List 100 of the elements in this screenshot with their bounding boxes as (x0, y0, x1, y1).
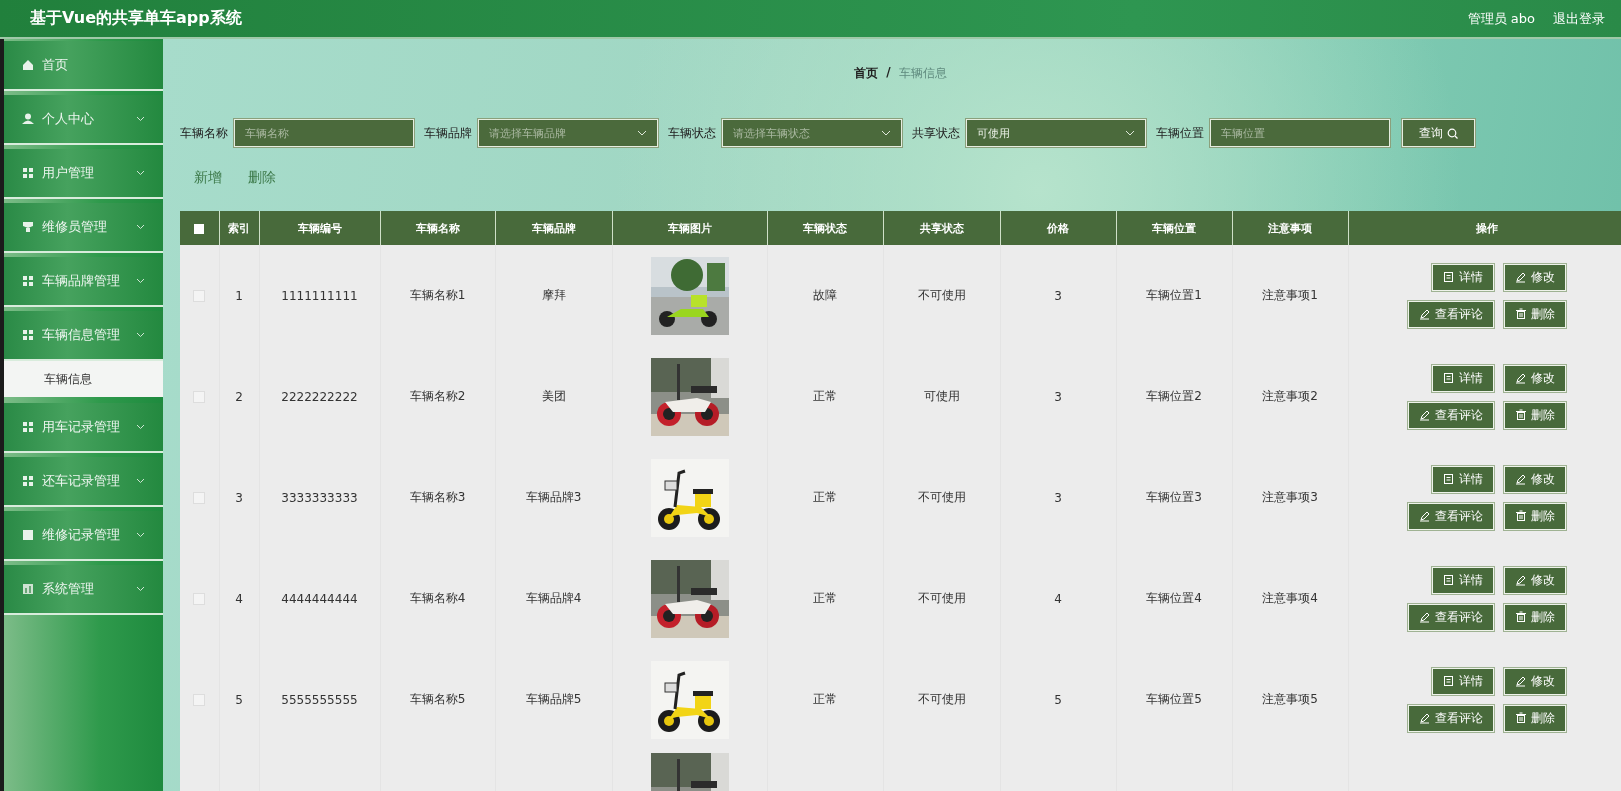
column-header: 车辆位置 (1152, 221, 1196, 235)
square-icon (22, 529, 34, 541)
table-cell: 美团 (541, 389, 566, 403)
pencil-icon (1419, 409, 1431, 421)
sidebar-item[interactable]: 首页 (4, 41, 163, 89)
breadcrumb-item[interactable]: 首页 (854, 65, 879, 85)
table-cell: 摩拜 (541, 288, 566, 302)
sidebar-item[interactable]: 还车记录管理 (4, 457, 163, 505)
filter-label: 共享状态 (912, 124, 960, 142)
trash-icon (1515, 409, 1527, 421)
edit-button[interactable]: 修改 (1504, 667, 1566, 695)
filter-label: 车辆品牌 (424, 124, 472, 142)
column-header: 车辆品牌 (531, 221, 576, 235)
chevron-down-icon (136, 116, 145, 122)
chevron-down-icon (881, 130, 891, 136)
edit-button[interactable]: 修改 (1504, 566, 1566, 594)
chevron-down-icon (136, 224, 145, 230)
person-icon (22, 113, 34, 125)
edit-button[interactable]: 修改 (1504, 364, 1566, 392)
details-button[interactable]: 详情 (1432, 465, 1494, 493)
sidebar-item[interactable]: 用户管理 (4, 149, 163, 197)
breadcrumb-separator: / (886, 65, 891, 81)
table-cell: 3 (235, 490, 243, 505)
table-cell: 正常 (813, 490, 837, 504)
sidebar-item[interactable]: 车辆信息管理 (4, 311, 163, 359)
shield-icon (22, 221, 34, 233)
user-label: 管理员 abo (1467, 9, 1535, 28)
sidebar-item[interactable]: 车辆品牌管理 (4, 257, 163, 305)
table-cell: 2222222222 (281, 389, 358, 404)
details-button[interactable]: 详情 (1432, 263, 1494, 291)
column-header: 车辆编号 (297, 221, 342, 235)
edit-button[interactable]: 修改 (1504, 465, 1566, 493)
table-cell: 注意事项1 (1262, 288, 1318, 302)
chevron-down-icon (136, 424, 145, 430)
search-button[interactable]: 查询 (1402, 119, 1475, 147)
table-cell: 3 (1054, 389, 1062, 404)
table-cell: 不可使用 (917, 288, 966, 302)
search-icon (1447, 127, 1458, 139)
edit-button[interactable]: 修改 (1504, 263, 1566, 291)
sidebar-item[interactable]: 个人中心 (4, 95, 163, 143)
table-cell: 正常 (813, 591, 837, 605)
table-cell: 2 (235, 389, 243, 404)
add-link[interactable]: 新增 (194, 169, 222, 191)
edit-button[interactable]: 查看评论 (1408, 603, 1494, 631)
details-button[interactable]: 详情 (1432, 566, 1494, 594)
delete-button[interactable]: 删除 (1504, 603, 1566, 631)
chevron-down-icon (136, 586, 145, 592)
column-header: 索引 (228, 221, 250, 235)
table-cell: 5555555555 (281, 692, 358, 707)
delete-button[interactable]: 删除 (1504, 300, 1566, 328)
table-cell: 车辆位置5 (1146, 692, 1202, 706)
filter-label: 车辆位置 (1156, 124, 1204, 142)
column-header: 共享状态 (919, 221, 964, 235)
edit-button[interactable]: 查看评论 (1408, 502, 1494, 530)
table-cell: 车辆品牌5 (525, 692, 582, 706)
sidebar-item[interactable]: 维修记录管理 (4, 511, 163, 559)
table-cell: 可使用 (923, 389, 960, 403)
table-cell: 4 (235, 591, 243, 606)
pencil-icon (1419, 510, 1431, 522)
logout-link[interactable]: 退出登录 (1553, 9, 1605, 28)
chevron-down-icon (136, 532, 145, 538)
delete-button[interactable]: 删除 (1504, 502, 1566, 530)
sidebar-item[interactable]: 用车记录管理 (4, 403, 163, 451)
document-icon (1443, 473, 1455, 485)
chevron-down-icon (136, 332, 145, 338)
table-cell: 车辆名称2 (409, 389, 466, 403)
grid-icon (22, 167, 34, 179)
submenu-item[interactable]: 车辆信息 (4, 361, 163, 397)
chevron-down-icon (637, 130, 647, 136)
table-cell: 车辆品牌3 (525, 490, 582, 504)
filter-label: 车辆状态 (668, 124, 716, 142)
pencil-icon (1515, 675, 1527, 687)
column-header: 车辆名称 (415, 221, 460, 235)
sidebar-item[interactable]: 系统管理 (4, 565, 163, 613)
trash-icon (1515, 611, 1527, 623)
table-cell: 不可使用 (917, 591, 966, 605)
table-cell: 车辆名称5 (409, 692, 466, 706)
edit-button[interactable]: 查看评论 (1408, 704, 1494, 732)
table-cell: 不可使用 (917, 692, 966, 706)
table-cell: 车辆名称3 (409, 490, 466, 504)
details-button[interactable]: 详情 (1432, 364, 1494, 392)
delete-button[interactable]: 删除 (1504, 704, 1566, 732)
select-field[interactable]: 可使用 (966, 119, 1146, 147)
grid-icon (22, 275, 34, 287)
column-header: 车辆图片 (667, 221, 712, 235)
edit-button[interactable]: 查看评论 (1408, 300, 1494, 328)
grid-icon (22, 421, 34, 433)
checkbox[interactable] (194, 223, 205, 234)
sidebar-item[interactable]: 维修员管理 (4, 203, 163, 251)
app-title: 基于Vue的共享单车app系统 (30, 8, 243, 29)
delete-link[interactable]: 删除 (248, 169, 276, 191)
details-button[interactable]: 详情 (1432, 667, 1494, 695)
table-cell: 5 (235, 692, 243, 707)
table-cell: 故障 (813, 288, 837, 302)
edit-button[interactable]: 查看评论 (1408, 401, 1494, 429)
table-cell: 注意事项5 (1262, 692, 1318, 706)
pencil-icon (1419, 611, 1431, 623)
delete-button[interactable]: 删除 (1504, 401, 1566, 429)
pencil-icon (1515, 372, 1527, 384)
table-cell: 车辆品牌4 (525, 591, 582, 605)
